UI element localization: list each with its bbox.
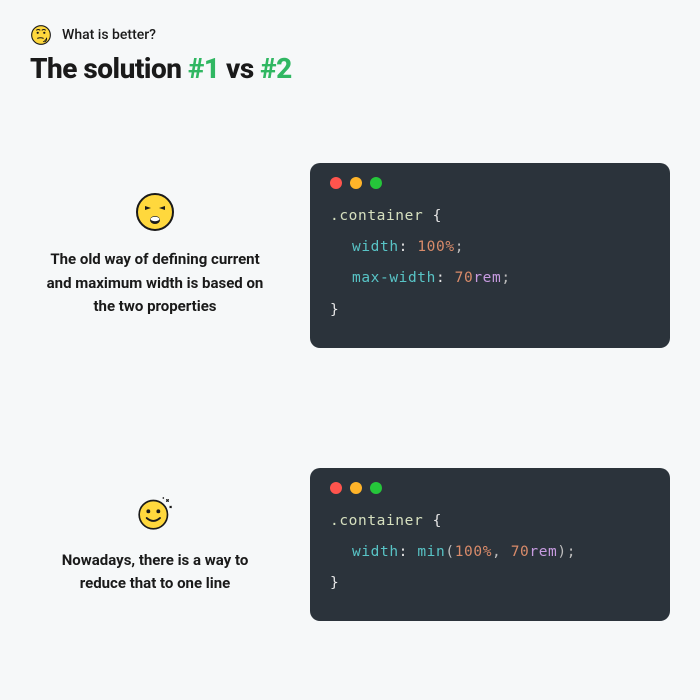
solution-row-2: Nowadays, there is a way to reduce that … [30,468,670,622]
close-dot-icon [330,482,342,494]
title-vs: vs [220,52,261,85]
thinking-face-icon [30,24,52,46]
solution-1-text: The old way of defining current and maxi… [30,163,280,348]
title-hash-2: #2 [260,52,292,85]
page-header: What is better? [30,24,670,46]
close-dot-icon [330,177,342,189]
code-content-1: .container { width: 100%; max-width: 70r… [330,201,650,326]
code-block-2: .container { width: min(100%, 70rem); } [310,468,670,622]
frustrated-face-icon [135,192,175,232]
solution-1-description: The old way of defining current and maxi… [45,248,265,318]
solution-2-description: Nowadays, there is a way to reduce that … [45,549,265,596]
window-controls [330,482,650,494]
happy-face-icon [135,493,175,533]
title-hash-1: #1 [188,52,220,85]
zoom-dot-icon [370,482,382,494]
code-block-1: .container { width: 100%; max-width: 70r… [310,163,670,348]
minimize-dot-icon [350,482,362,494]
header-subtitle: What is better? [62,27,156,43]
page-title: The solution #1 vs #2 [30,52,670,85]
title-prefix: The solution [30,52,188,85]
zoom-dot-icon [370,177,382,189]
minimize-dot-icon [350,177,362,189]
solution-2-text: Nowadays, there is a way to reduce that … [30,468,280,622]
solution-row-1: The old way of defining current and maxi… [30,163,670,348]
comparison-rows: The old way of defining current and maxi… [30,163,670,621]
code-content-2: .container { width: min(100%, 70rem); } [330,506,650,600]
window-controls [330,177,650,189]
